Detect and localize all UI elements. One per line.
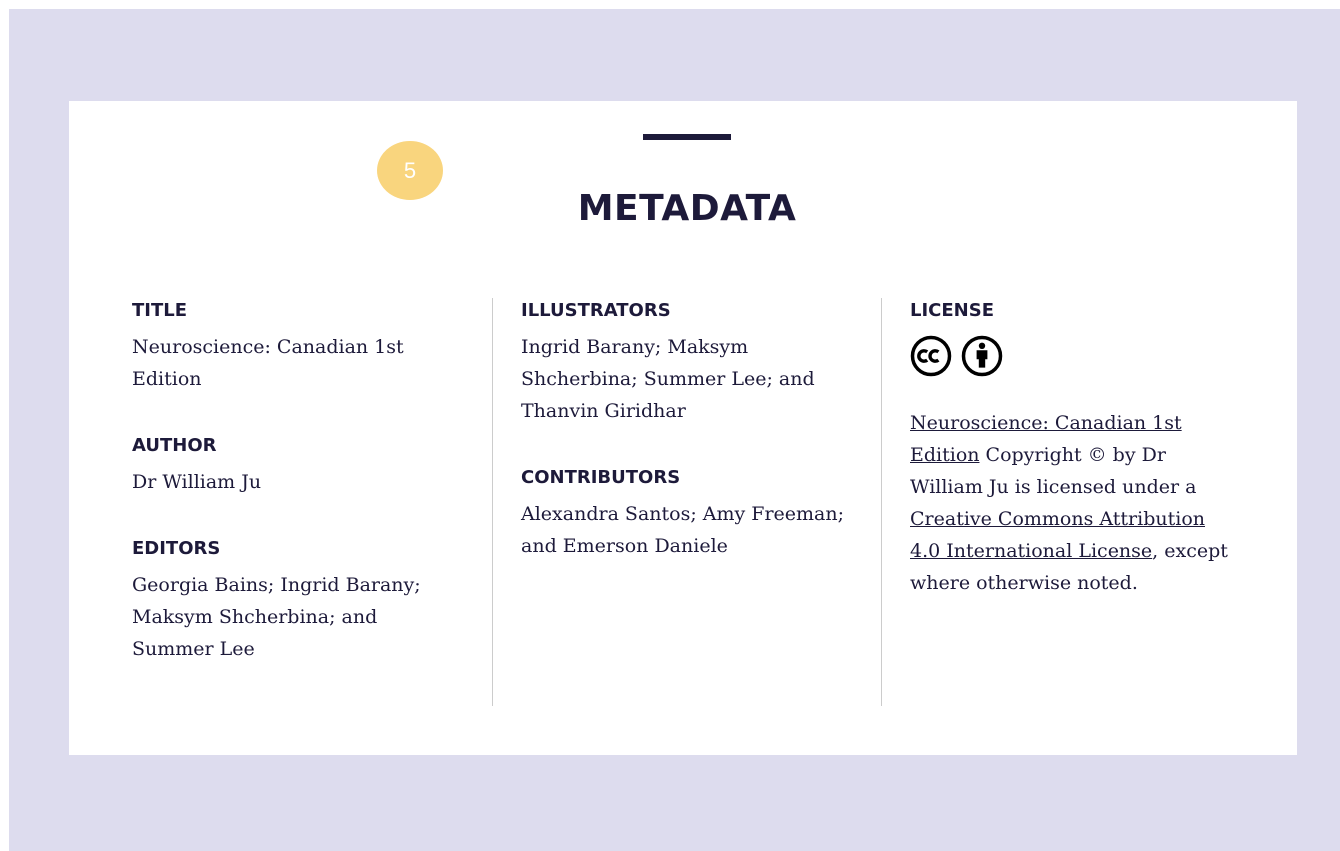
license-heading: LICENSE: [910, 300, 994, 321]
column-divider: [492, 298, 493, 706]
author-section: AUTHOR Dr William Ju: [132, 434, 462, 498]
attribution-icon: [961, 335, 1003, 377]
editors-heading: EDITORS: [132, 538, 221, 559]
illustrators-heading: ILLUSTRATORS: [521, 300, 671, 321]
page-frame: 5 METADATA TITLE Neuroscience: Canadian …: [9, 9, 1340, 851]
page-title: METADATA: [577, 188, 797, 229]
contributors-heading: CONTRIBUTORS: [521, 467, 681, 488]
contributors-value: Alexandra Santos; Amy Freeman; and Emers…: [521, 503, 845, 557]
editors-section: EDITORS Georgia Bains; Ingrid Barany; Ma…: [132, 537, 462, 665]
metadata-column-3: LICENSE Neuroscience: Canadian 1st Editi…: [910, 299, 1240, 638]
contributors-section: CONTRIBUTORS Alexandra Santos; Amy Freem…: [521, 466, 851, 562]
metadata-column-1: TITLE Neuroscience: Canadian 1st Edition…: [132, 299, 462, 704]
cc-icon: [910, 335, 952, 377]
license-text: Neuroscience: Canadian 1st Edition Copyr…: [910, 407, 1240, 599]
title-rule: [643, 134, 731, 140]
title-value: Neuroscience: Canadian 1st Edition: [132, 336, 404, 390]
editors-value: Georgia Bains; Ingrid Barany; Maksym Shc…: [132, 574, 421, 660]
metadata-card: 5 METADATA TITLE Neuroscience: Canadian …: [69, 101, 1297, 755]
column-divider: [881, 298, 882, 706]
title-section: TITLE Neuroscience: Canadian 1st Edition: [132, 299, 462, 395]
license-section: LICENSE Neuroscience: Canadian 1st Editi…: [910, 299, 1240, 599]
license-icons: [910, 335, 1240, 377]
author-heading: AUTHOR: [132, 435, 217, 456]
illustrators-section: ILLUSTRATORS Ingrid Barany; Maksym Shche…: [521, 299, 851, 427]
metadata-column-2: ILLUSTRATORS Ingrid Barany; Maksym Shche…: [521, 299, 851, 601]
title-heading: TITLE: [132, 300, 188, 321]
author-value: Dr William Ju: [132, 471, 262, 493]
illustrators-value: Ingrid Barany; Maksym Shcherbina; Summer…: [521, 336, 815, 422]
